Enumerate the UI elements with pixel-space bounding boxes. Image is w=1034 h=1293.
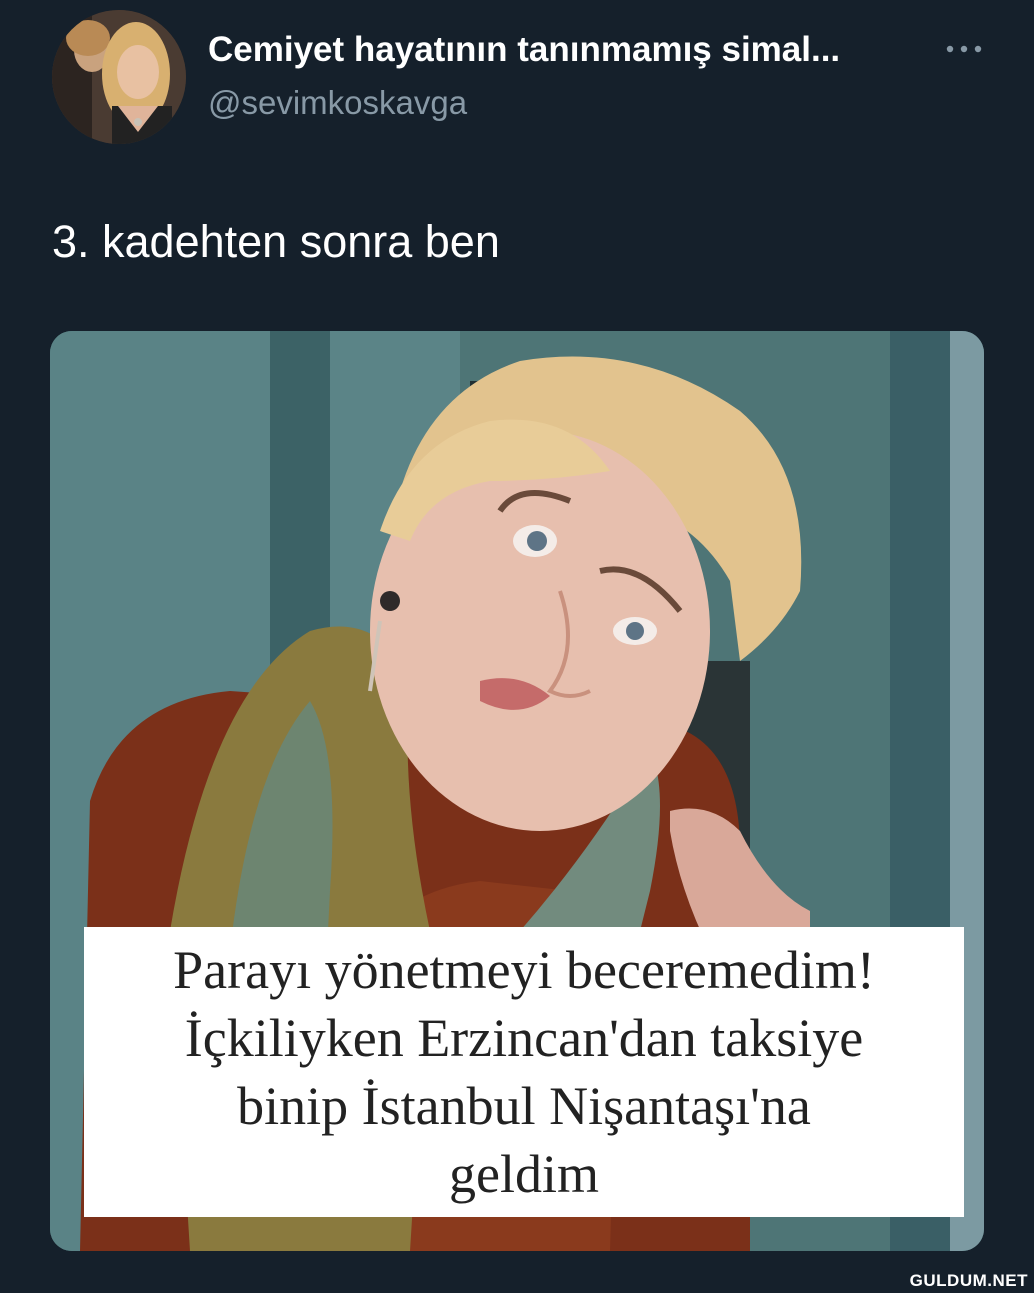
media-caption-box: Parayı yönetmeyi beceremedim! İçkiliyken… <box>84 927 964 1217</box>
more-options-icon[interactable] <box>940 34 988 64</box>
avatar-photo <box>52 10 186 144</box>
tweet-media[interactable]: Parayı yönetmeyi beceremedim! İçkiliyken… <box>50 331 984 1251</box>
caption-line: binip İstanbul Nişantaşı'na <box>237 1076 811 1136</box>
tweet-text: 3. kadehten sonra ben <box>52 216 500 267</box>
watermark-text: GULDUM.NET <box>909 1271 1028 1290</box>
author-avatar[interactable] <box>52 10 186 144</box>
author-display-name[interactable]: Cemiyet hayatının tanınmamış simal... <box>208 28 840 72</box>
caption-line: Parayı yönetmeyi beceremedim! <box>173 940 875 1000</box>
caption-line: İçkiliyken Erzincan'dan taksiye <box>184 1008 864 1068</box>
author-handle[interactable]: @sevimkoskavga <box>208 82 467 124</box>
caption-line: geldim <box>449 1144 599 1204</box>
